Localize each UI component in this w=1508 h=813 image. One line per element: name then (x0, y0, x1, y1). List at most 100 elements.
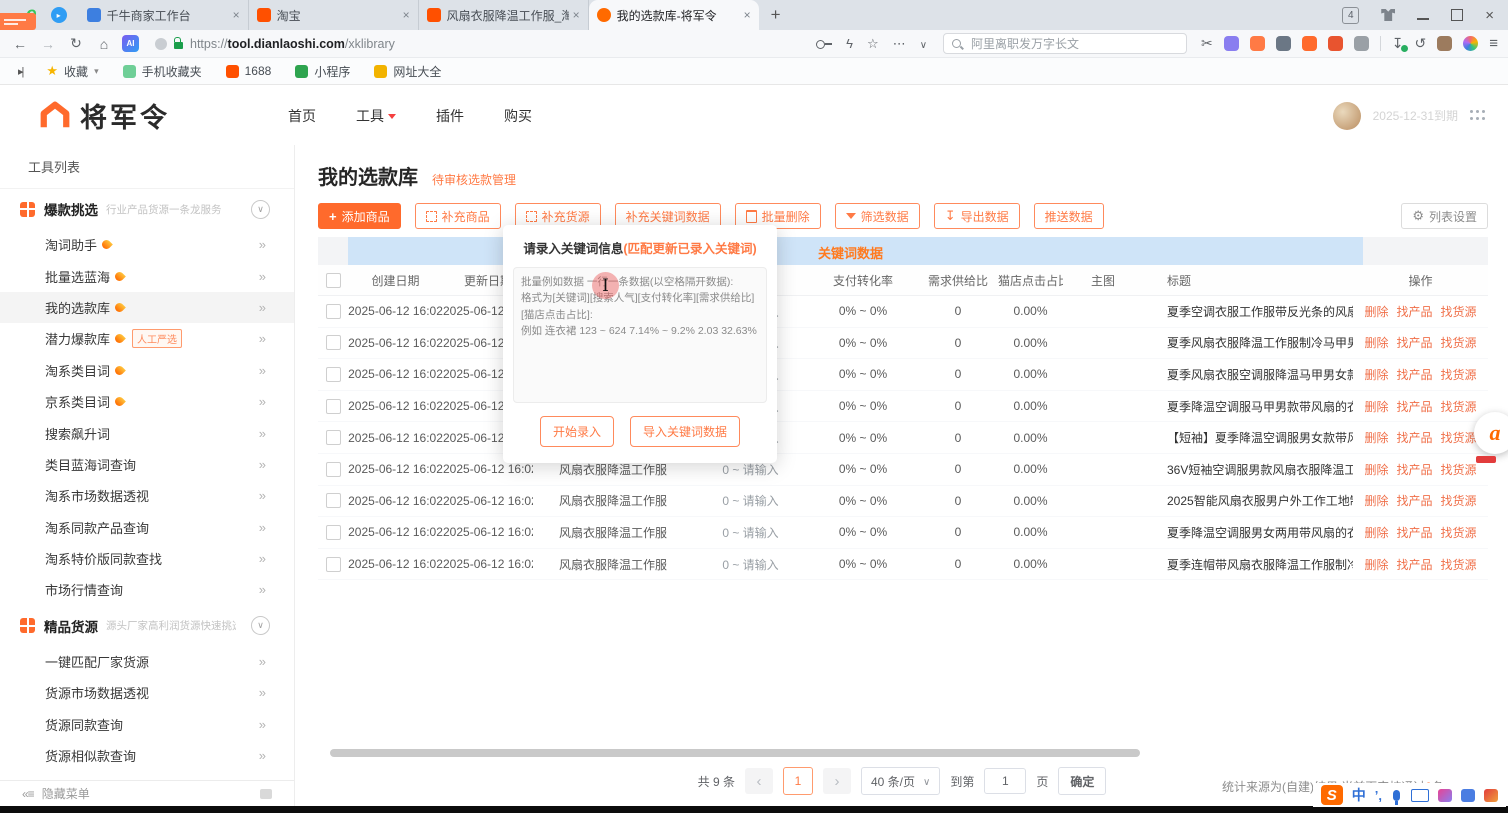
close-icon[interactable] (744, 8, 751, 22)
sidebar-item-0-9[interactable]: 淘系同款产品查询 (0, 512, 294, 543)
close-icon[interactable] (573, 8, 580, 22)
close-icon[interactable] (403, 8, 410, 22)
mic-icon[interactable] (1393, 790, 1400, 801)
more-actions-icon[interactable] (893, 36, 906, 52)
login-reminder-badge[interactable] (0, 13, 36, 30)
find-supply-link[interactable]: 找货源 (1441, 429, 1477, 446)
site-info-icon[interactable] (155, 38, 167, 50)
product-title[interactable]: 夏季连帽带风扇衣服降温工作服制冷户... (1143, 556, 1353, 573)
alibaba-float-widget[interactable]: a (1474, 412, 1508, 463)
goto-page-input[interactable]: 1 (984, 768, 1026, 794)
row-checkbox[interactable] (326, 493, 341, 508)
extensions-puzzle-icon[interactable] (1354, 36, 1369, 51)
sidebar-item-1-0[interactable]: 一键匹配厂家货源 (0, 646, 294, 677)
import-keyword-data-button[interactable]: 导入关键词数据 (630, 416, 740, 447)
bookmark-0[interactable]: 收藏▾ (46, 63, 98, 80)
find-supply-link[interactable]: 找货源 (1441, 461, 1477, 478)
nav-item-3[interactable]: 购买 (504, 106, 532, 126)
sidebar-section-0[interactable]: 爆款挑选行业产品货源一条龙服务 (0, 189, 294, 229)
delete-link[interactable]: 删除 (1364, 398, 1388, 415)
nav-item-1[interactable]: 工具 (356, 106, 396, 126)
row-checkbox[interactable] (326, 367, 341, 382)
forward-button[interactable] (38, 36, 58, 52)
address-bar[interactable]: https://tool.dianlaoshi.com/xklibrary (147, 36, 935, 52)
bookmark-4[interactable]: 网址大全 (374, 63, 441, 80)
row-checkbox[interactable] (326, 399, 341, 414)
row-checkbox[interactable] (326, 430, 341, 445)
menu-icon[interactable] (1489, 35, 1498, 52)
button-推送数据[interactable]: 推送数据 (1034, 203, 1104, 229)
prev-page-button[interactable] (745, 768, 773, 794)
find-supply-link[interactable]: 找货源 (1441, 556, 1477, 573)
row-checkbox[interactable] (326, 304, 341, 319)
close-window-button[interactable]: × (1485, 7, 1494, 24)
punctuation-icon[interactable]: ’, (1375, 788, 1382, 803)
page-size-select[interactable]: 40 条/页 (861, 767, 940, 795)
hidden-menu-toggle[interactable]: 隐藏菜单 (0, 780, 294, 806)
pinned-shortcut-icon[interactable]: ▸ (51, 7, 67, 23)
toolbar-search-input[interactable] (969, 36, 1153, 52)
back-button[interactable] (10, 36, 30, 52)
select-all-checkbox[interactable] (326, 273, 341, 288)
delete-link[interactable]: 删除 (1364, 492, 1388, 509)
button-补充商品[interactable]: 补充商品 (415, 203, 501, 229)
sidebar-item-0-0[interactable]: 淘词助手 (0, 229, 294, 260)
find-supply-link[interactable]: 找货源 (1441, 398, 1477, 415)
product-title[interactable]: 夏季降温空调服男女两用带风扇的衣服... (1143, 524, 1353, 541)
delete-link[interactable]: 删除 (1364, 556, 1388, 573)
product-title[interactable]: 2025智能风扇衣服男户外工作工地制冷... (1143, 492, 1353, 509)
sidebar-item-0-8[interactable]: 淘系市场数据透视 (0, 480, 294, 511)
downloads-icon[interactable] (1392, 35, 1404, 52)
product-title[interactable]: 夏季风扇衣服空调服降温马甲男女款充... (1143, 366, 1353, 383)
chevron-circle-icon[interactable] (251, 200, 270, 219)
reload-button[interactable] (66, 35, 86, 52)
sidebar-item-0-11[interactable]: 市场行情查询 (0, 574, 294, 605)
profile-icon[interactable] (1463, 36, 1478, 51)
pending-review-link[interactable]: 待审核选款管理 (432, 171, 516, 188)
delete-link[interactable]: 删除 (1364, 366, 1388, 383)
delete-link[interactable]: 删除 (1364, 429, 1388, 446)
product-title[interactable]: 36V短袖空调服男款风扇衣服降温工作... (1143, 461, 1353, 478)
sogou-input-icon[interactable]: S (1321, 785, 1343, 805)
delete-link[interactable]: 删除 (1364, 524, 1388, 541)
find-product-link[interactable]: 找产品 (1396, 429, 1432, 446)
expand-sidebar-icon[interactable] (18, 64, 22, 78)
sidebar-item-0-4[interactable]: 淘系类目词 (0, 355, 294, 386)
find-product-link[interactable]: 找产品 (1396, 334, 1432, 351)
find-product-link[interactable]: 找产品 (1396, 492, 1432, 509)
emoji-icon[interactable] (1484, 789, 1498, 802)
sidebar-section-1[interactable]: 精品货源源头厂家高利润货源快速挑选 (0, 606, 294, 646)
theme-skin-icon[interactable] (1381, 9, 1395, 21)
chevron-circle-icon[interactable] (251, 616, 270, 635)
close-icon[interactable] (233, 8, 240, 22)
sidebar-item-0-2[interactable]: 我的选款库 (0, 292, 294, 323)
row-checkbox[interactable] (326, 525, 341, 540)
nav-item-2[interactable]: 插件 (436, 106, 464, 126)
button-导出数据[interactable]: 导出数据 (934, 203, 1020, 229)
toolbox-icon[interactable] (1461, 789, 1475, 802)
list-settings-button[interactable]: 列表设置 (1401, 203, 1488, 229)
find-supply-link[interactable]: 找货源 (1441, 524, 1477, 541)
product-title[interactable]: 夏季风扇衣服降温工作服制冷马甲男女... (1143, 334, 1353, 351)
home-button[interactable] (94, 36, 114, 52)
sidebar-item-1-1[interactable]: 货源市场数据透视 (0, 677, 294, 708)
button-添加商品[interactable]: 添加商品 (318, 203, 401, 229)
restore-button[interactable] (1451, 9, 1463, 21)
nav-item-0[interactable]: 首页 (288, 106, 316, 126)
find-product-link[interactable]: 找产品 (1396, 398, 1432, 415)
keyword-textarea[interactable]: 批量例如数据 一行一条数据(以空格隔开数据): 格式为[关键词][搜索人气][支… (513, 267, 767, 403)
box-icon[interactable] (1276, 36, 1291, 51)
find-supply-link[interactable]: 找货源 (1441, 366, 1477, 383)
find-supply-link[interactable]: 找货源 (1441, 492, 1477, 509)
chevron-down-icon[interactable] (920, 36, 927, 51)
delete-link[interactable]: 删除 (1364, 461, 1388, 478)
row-checkbox[interactable] (326, 462, 341, 477)
keyboard-icon[interactable] (1411, 789, 1429, 802)
quick-action-icon[interactable] (846, 36, 853, 51)
find-product-link[interactable]: 找产品 (1396, 556, 1432, 573)
find-product-link[interactable]: 找产品 (1396, 366, 1432, 383)
sidebar-item-0-5[interactable]: 京系类目词 (0, 386, 294, 417)
tab-3[interactable]: 我的选款库-将军令 (589, 0, 759, 30)
sidebar-item-1-2[interactable]: 货源同款查询 (0, 708, 294, 739)
tab-count-badge[interactable]: 4 (1342, 7, 1359, 24)
